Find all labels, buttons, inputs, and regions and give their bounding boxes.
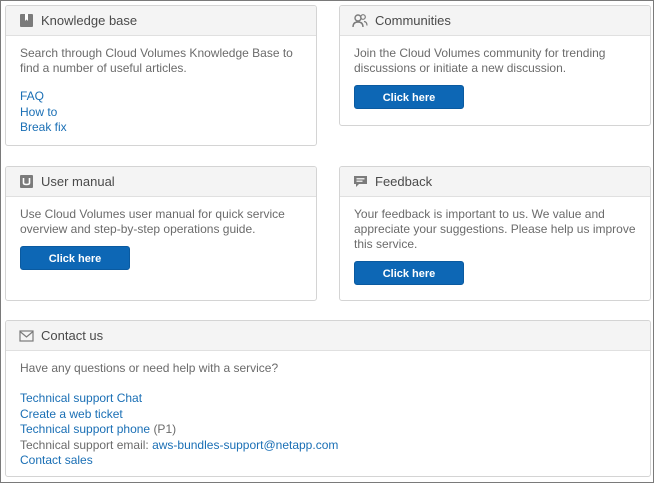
user-manual-click-here-button[interactable]: Click here <box>20 246 130 270</box>
how-to-link[interactable]: How to <box>20 105 302 121</box>
feedback-card: Feedback Your feedback is important to u… <box>339 166 651 301</box>
feedback-click-here-button[interactable]: Click here <box>354 261 464 285</box>
support-email-label: Technical support email: <box>20 437 149 452</box>
contact-us-header: Contact us <box>6 321 650 351</box>
contact-us-card: Contact us Have any questions or need he… <box>5 320 651 477</box>
contact-us-title: Contact us <box>41 328 104 343</box>
user-manual-header: User manual <box>6 167 316 197</box>
phone-priority-label: (P1) <box>153 422 177 436</box>
support-email-link[interactable]: aws-bundles-support@netapp.com <box>152 438 338 452</box>
feedback-description: Your feedback is important to us. We val… <box>354 207 636 251</box>
chat-bubble-icon <box>352 174 368 190</box>
break-fix-link[interactable]: Break fix <box>20 120 302 136</box>
communities-description: Join the Cloud Volumes community for tre… <box>354 46 606 75</box>
user-manual-description: Use Cloud Volumes user manual for quick … <box>20 207 285 236</box>
technical-support-chat-link[interactable]: Technical support Chat <box>20 391 636 407</box>
envelope-icon <box>18 328 34 344</box>
technical-support-phone-link[interactable]: Technical support phone <box>20 422 150 436</box>
communities-click-here-button[interactable]: Click here <box>354 85 464 109</box>
communities-card: Communities Join the Cloud Volumes commu… <box>339 5 651 126</box>
knowledge-base-description: Search through Cloud Volumes Knowledge B… <box>20 46 293 75</box>
feedback-header: Feedback <box>340 167 650 197</box>
create-web-ticket-link[interactable]: Create a web ticket <box>20 407 636 423</box>
knowledge-base-title: Knowledge base <box>41 13 138 28</box>
book-icon <box>18 13 34 29</box>
communities-header: Communities <box>340 6 650 36</box>
communities-title: Communities <box>375 13 451 28</box>
contact-sales-link[interactable]: Contact sales <box>20 453 636 469</box>
people-icon <box>352 13 368 29</box>
knowledge-base-card: Knowledge base Search through Cloud Volu… <box>5 5 317 146</box>
faq-link[interactable]: FAQ <box>20 89 302 105</box>
knowledge-base-header: Knowledge base <box>6 6 316 36</box>
manual-icon <box>18 174 34 190</box>
user-manual-title: User manual <box>41 174 115 189</box>
user-manual-card: User manual Use Cloud Volumes user manua… <box>5 166 317 301</box>
feedback-title: Feedback <box>375 174 433 189</box>
contact-question: Have any questions or need help with a s… <box>20 361 279 375</box>
